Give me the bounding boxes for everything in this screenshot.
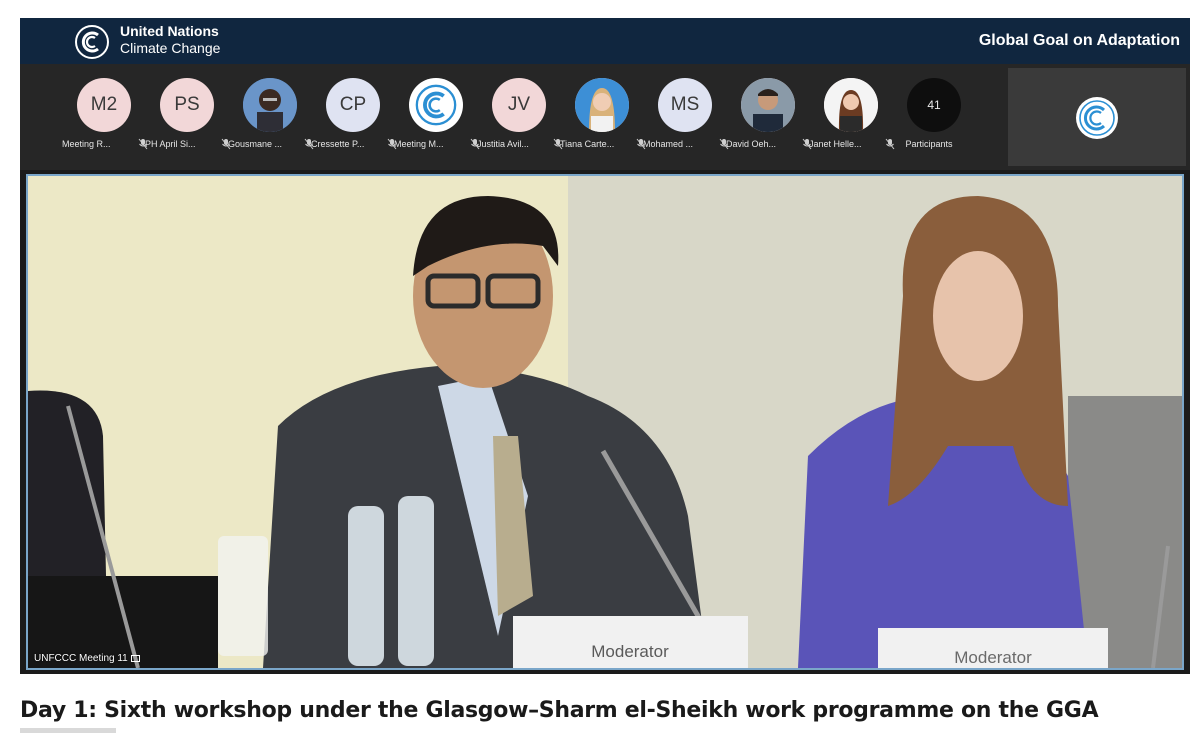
video-tile-label: UNFCCC Meeting 11 — [34, 653, 140, 664]
pinned-video-tile[interactable] — [1008, 68, 1186, 166]
participant-tile[interactable]: Meeting M... — [394, 78, 480, 158]
participant-name: Gousmane ... — [228, 139, 283, 149]
participant-name: Janet Helle... — [809, 139, 862, 149]
org-name: United Nations Climate Change — [120, 23, 220, 57]
page-caption: Day 1: Sixth workshop under the Glasgow–… — [20, 698, 1099, 723]
participant-name: Mohamed ... — [643, 139, 694, 149]
participant-name: PH April Si... — [145, 139, 196, 149]
participant-avatar: MS — [658, 78, 712, 132]
participant-tile[interactable]: Tiana Carte... — [560, 78, 646, 158]
participant-tile[interactable]: PS PH April Si... — [145, 78, 231, 158]
participant-name: Tiana Carte... — [560, 139, 615, 149]
video-tile-name: UNFCCC Meeting 11 — [34, 653, 128, 664]
event-title: Global Goal on Adaptation — [978, 32, 1180, 49]
caption-underline — [20, 728, 116, 733]
participant-name: Justitia Avil... — [477, 139, 529, 149]
meeting-window: United Nations Climate Change Global Goa… — [20, 18, 1190, 674]
participants-count-tile[interactable]: 41 Participants — [894, 78, 974, 158]
participant-avatar: CP — [326, 78, 380, 132]
nameplate-left: Moderator — [591, 642, 669, 661]
un-climate-logo-icon — [1076, 97, 1118, 139]
participant-photo — [824, 78, 878, 132]
participant-tile[interactable]: David Oeh... — [726, 78, 812, 158]
participant-count: 41 — [907, 78, 961, 132]
participant-tile[interactable]: MS Mohamed ... — [643, 78, 729, 158]
camera-icon — [130, 654, 140, 662]
participant-tile[interactable]: Gousmane ... — [228, 78, 314, 158]
participant-tile[interactable]: CP Cressette P... — [311, 78, 397, 158]
participant-photo — [243, 78, 297, 132]
conference-room-video: Moderator Moderator — [28, 176, 1182, 668]
org-name-line1: United Nations — [120, 23, 219, 39]
participant-avatar — [409, 78, 463, 132]
participant-avatar: M2 — [77, 78, 131, 132]
un-climate-logo-icon — [75, 25, 109, 59]
participant-strip: M2 Meeting R... PS PH April Si... Gousma… — [20, 64, 1190, 170]
un-climate-logo-icon — [415, 84, 457, 126]
participant-avatar: PS — [160, 78, 214, 132]
participant-tile[interactable]: Janet Helle... — [809, 78, 895, 158]
participant-name: Meeting R... — [62, 139, 111, 149]
meeting-header: United Nations Climate Change Global Goa… — [20, 18, 1190, 64]
participant-photo — [741, 78, 795, 132]
participant-tile[interactable]: JV Justitia Avil... — [477, 78, 563, 158]
participant-name: Meeting M... — [394, 139, 444, 149]
participant-name: David Oeh... — [726, 139, 777, 149]
participants-label: Participants — [905, 139, 953, 149]
org-name-line2: Climate Change — [120, 40, 221, 56]
participant-avatar: JV — [492, 78, 546, 132]
participant-photo — [575, 78, 629, 132]
main-video-stage[interactable]: Moderator Moderator UNFCCC Meeting 11 — [26, 174, 1184, 670]
participant-name: Cressette P... — [311, 139, 365, 149]
participant-tile[interactable]: M2 Meeting R... — [62, 78, 148, 158]
nameplate-right: Moderator — [954, 648, 1032, 667]
